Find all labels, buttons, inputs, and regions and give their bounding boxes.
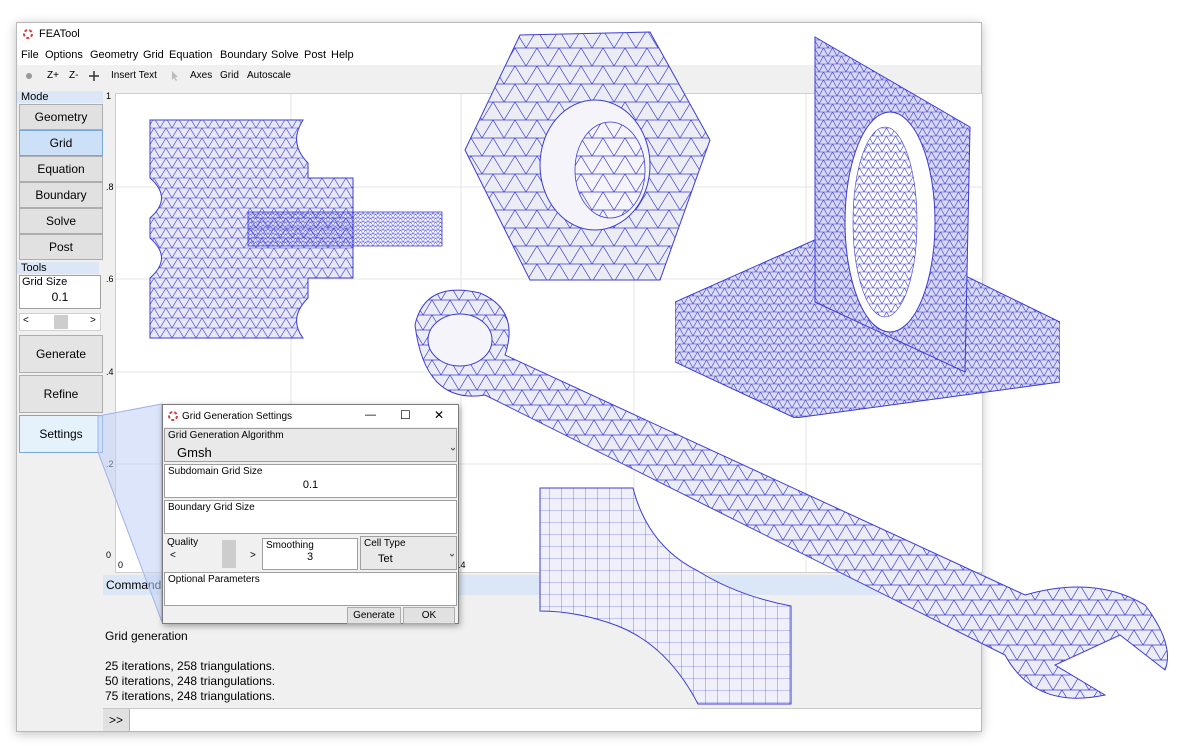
chevron-down-icon[interactable] xyxy=(451,447,455,451)
smoothing-field[interactable]: Smoothing 3 xyxy=(262,538,358,570)
optional-parameters-field[interactable]: Optional Parameters xyxy=(164,572,457,606)
boundary-grid-size-field[interactable]: Boundary Grid Size xyxy=(164,500,457,534)
smoothing-value: 3 xyxy=(306,551,314,563)
quality-slider-thumb[interactable] xyxy=(222,540,236,568)
2d-quad-mesh xyxy=(539,487,792,705)
quality-slider[interactable]: Quality < > xyxy=(164,536,258,568)
quality-right-arrow[interactable]: > xyxy=(250,550,256,561)
dialog-title: Grid Generation Settings xyxy=(182,411,293,422)
dialog-ok-button[interactable]: OK xyxy=(403,607,455,624)
algorithm-value: Gmsh xyxy=(177,445,212,460)
quality-left-arrow[interactable]: < xyxy=(170,550,176,561)
subdomain-label: Subdomain Grid Size xyxy=(168,466,263,477)
algorithm-label: Grid Generation Algorithm xyxy=(168,430,284,441)
subdomain-grid-size-field[interactable]: Subdomain Grid Size 0.1 xyxy=(164,464,457,498)
dialog-close-button[interactable]: ✕ xyxy=(434,408,444,422)
chevron-down-icon[interactable] xyxy=(450,553,454,557)
boundary-label: Boundary Grid Size xyxy=(168,502,255,513)
dialog-minimize-button[interactable]: — xyxy=(365,409,376,421)
optional-parameters-label: Optional Parameters xyxy=(168,574,260,585)
quality-label: Quality xyxy=(167,537,199,548)
grid-settings-dialog: Grid Generation Settings — ☐ ✕ Grid Gene… xyxy=(162,404,459,624)
subdomain-value: 0.1 xyxy=(302,479,319,491)
dialog-generate-button[interactable]: Generate xyxy=(347,607,401,624)
cell-type-select[interactable]: Cell Type Tet xyxy=(360,536,457,570)
cell-type-label: Cell Type xyxy=(364,538,406,549)
cell-type-value: Tet xyxy=(378,553,393,565)
algorithm-select[interactable]: Grid Generation Algorithm Gmsh xyxy=(164,428,457,462)
2d-mesh-illustration xyxy=(149,119,443,339)
dialog-app-icon xyxy=(168,411,178,421)
dialog-title-bar: Grid Generation Settings — ☐ ✕ xyxy=(163,405,458,427)
smoothing-label: Smoothing xyxy=(266,540,314,551)
dialog-maximize-button[interactable]: ☐ xyxy=(400,408,411,422)
